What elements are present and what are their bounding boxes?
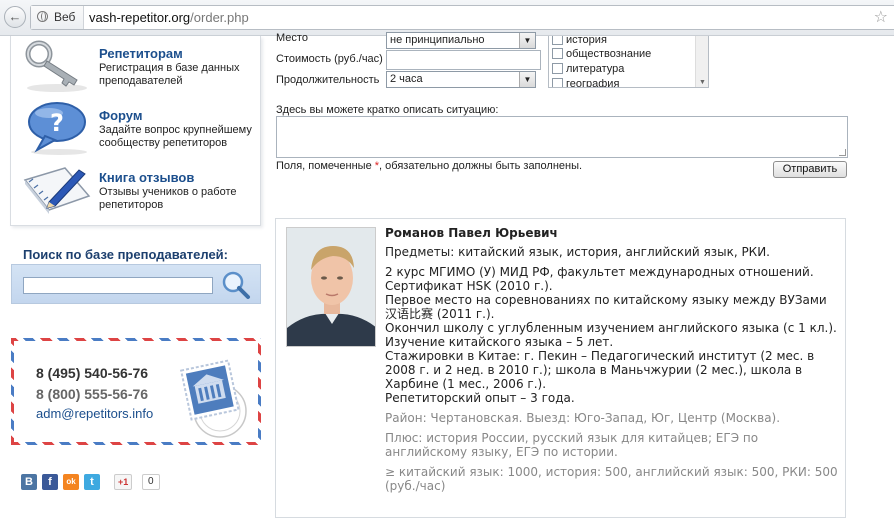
- description-textarea[interactable]: [276, 116, 848, 158]
- notebook-pen-icon: [23, 167, 91, 214]
- submit-button[interactable]: Отправить: [773, 161, 847, 178]
- subject-item[interactable]: история: [552, 36, 607, 47]
- tutor-subjects: Предметы: китайский язык, история, англи…: [385, 245, 770, 259]
- checkbox[interactable]: [552, 78, 563, 87]
- chevron-down-icon: ▼: [519, 33, 535, 48]
- facebook-share-icon[interactable]: f: [42, 474, 58, 490]
- sidebar-item-tutors[interactable]: Репетиторам Регистрация в базе данных пр…: [11, 38, 261, 98]
- google-plus-count: 0: [142, 474, 160, 490]
- sidebar-item-title[interactable]: Репетиторам: [99, 46, 183, 61]
- duration-select-value: 2 часа: [390, 73, 423, 85]
- phone-number-free: 8 (800) 555-56-76: [36, 386, 149, 402]
- subject-label: история: [566, 36, 607, 46]
- sidebar-item-desc: Регистрация в базе данных преподавателей: [99, 62, 240, 87]
- key-icon: [25, 40, 87, 92]
- sidebar-item-title[interactable]: Форум: [99, 108, 142, 123]
- checkbox[interactable]: [552, 63, 563, 74]
- back-arrow-icon: ←: [8, 9, 22, 24]
- sidebar-item-title[interactable]: Книга отзывов: [99, 170, 194, 185]
- search-title: Поиск по базе преподавателей:: [23, 247, 228, 262]
- price-label: Стоимость (руб./час): [276, 53, 383, 65]
- duration-select[interactable]: 2 часа ▼: [386, 71, 536, 88]
- tutor-photo: [286, 227, 376, 347]
- tutor-bio-line: Первое место на соревнованиях по китайск…: [385, 293, 827, 321]
- postage-stamp-icon: [179, 359, 247, 438]
- site-info-chip[interactable]: Веб: [31, 6, 85, 29]
- tutor-name[interactable]: Романов Павел Юрьевич: [385, 226, 838, 240]
- odnoklassniki-share-icon[interactable]: ok: [63, 474, 79, 490]
- tutor-info: Романов Павел Юрьевич Предметы: китайски…: [385, 226, 838, 493]
- twitter-share-icon[interactable]: t: [84, 474, 100, 490]
- tutor-bio-line: 2 курс МГИМО (У) МИД РФ, факультет между…: [385, 265, 814, 279]
- place-label: Место: [276, 32, 308, 44]
- globe-icon: [37, 11, 48, 22]
- scrollbar[interactable]: ▼: [695, 36, 708, 87]
- tutor-card: Романов Павел Юрьевич Предметы: китайски…: [275, 218, 846, 518]
- sidebar-item-desc: Задайте вопрос крупнейшему сообществу ре…: [99, 124, 252, 149]
- address-bar[interactable]: Веб vash-repetitor.org/order.php ☆: [30, 5, 894, 30]
- place-select-value: не принципиально: [390, 34, 485, 46]
- url-host: vash-repetitor.org: [89, 10, 191, 25]
- subjects-list: история обществознание литература геогра…: [548, 36, 709, 88]
- required-note-text: , обязательно должны быть заполнены.: [379, 160, 583, 172]
- subject-label: география: [566, 78, 620, 88]
- search-panel: [11, 264, 261, 304]
- google-plus-button[interactable]: +1: [114, 474, 133, 490]
- back-button[interactable]: ←: [4, 6, 26, 28]
- place-select[interactable]: не принципиально ▼: [386, 32, 536, 49]
- search-icon[interactable]: [220, 270, 252, 300]
- required-note: Поля, помеченные *, обязательно должны б…: [276, 160, 582, 172]
- tutor-bio-line: Изучение китайского языка – 5 лет.: [385, 335, 614, 349]
- vk-share-icon[interactable]: B: [21, 474, 37, 490]
- search-input[interactable]: [23, 277, 213, 294]
- tutor-bio-line: Окончил школу с углубленным изучением ан…: [385, 321, 837, 335]
- checkbox[interactable]: [552, 48, 563, 59]
- price-input[interactable]: [386, 50, 541, 70]
- checkbox[interactable]: [552, 36, 563, 45]
- tutor-bio-line: Сертификат HSK (2010 г.).: [385, 279, 553, 293]
- contact-email-link[interactable]: adm@repetitors.info: [36, 406, 153, 421]
- tutor-district: Район: Чертановская. Выезд: Юго-Запад, Ю…: [385, 411, 781, 425]
- subject-label: литература: [566, 63, 625, 75]
- site-info-label: Веб: [54, 10, 76, 24]
- url-path: /order.php: [190, 10, 249, 25]
- chevron-down-icon: ▼: [519, 72, 535, 87]
- subject-item[interactable]: литература: [552, 62, 624, 76]
- sidebar-menu: Репетиторам Регистрация в базе данных пр…: [10, 36, 261, 226]
- sidebar-item-reviews[interactable]: Книга отзывов Отзывы учеников о работе р…: [11, 162, 261, 222]
- subject-item[interactable]: география: [552, 77, 620, 88]
- description-label: Здесь вы можете кратко описать ситуацию:: [276, 104, 499, 116]
- browser-toolbar: ← Веб vash-repetitor.org/order.php ☆: [0, 0, 894, 36]
- tutor-bio-line: Стажировки в Китае: г. Пекин – Педагогич…: [385, 349, 815, 391]
- tutor-prices: ≥ китайский язык: 1000, история: 500, ан…: [385, 465, 838, 493]
- subject-item[interactable]: обществознание: [552, 47, 651, 61]
- tutor-bio-line: Репетиторский опыт – 3 года.: [385, 391, 575, 405]
- bookmark-star-icon[interactable]: ☆: [874, 7, 888, 29]
- tutor-portrait-image: [287, 228, 375, 346]
- tutor-plus: Плюс: история России, русский язык для к…: [385, 431, 759, 459]
- question-bubble-icon: ?: [28, 102, 87, 155]
- sidebar-item-forum[interactable]: ? Форум Задайте вопрос крупнейшему сообщ…: [11, 100, 261, 160]
- url-text[interactable]: vash-repetitor.org/order.php: [89, 6, 249, 29]
- sidebar-item-desc: Отзывы учеников о работе репетиторов: [99, 186, 237, 211]
- required-note-text: Поля, помеченные: [276, 160, 375, 172]
- scroll-down-icon[interactable]: ▼: [699, 79, 706, 86]
- contact-card: 8 (495) 540-56-76 8 (800) 555-56-76 adm@…: [11, 338, 261, 445]
- duration-label: Продолжительность: [276, 74, 380, 86]
- svg-text:?: ?: [50, 109, 64, 137]
- phone-number: 8 (495) 540-56-76: [36, 365, 149, 381]
- subject-label: обществознание: [566, 48, 652, 60]
